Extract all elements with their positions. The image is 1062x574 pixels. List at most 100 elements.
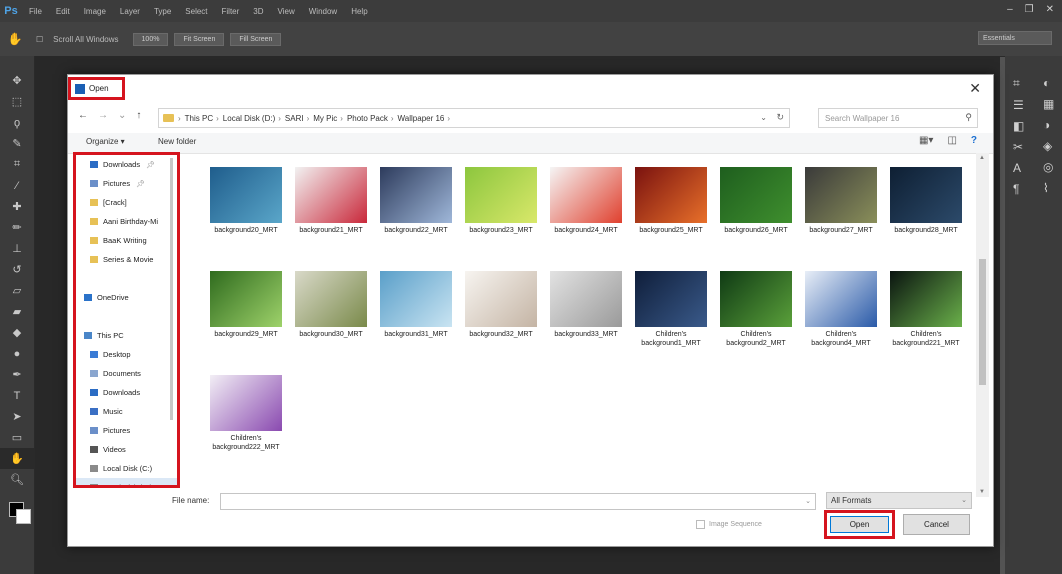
fit-screen-button[interactable]: Fit Screen: [174, 32, 225, 46]
nav-item[interactable]: This PC: [76, 326, 177, 345]
paths-panel-icon[interactable]: ⌇: [1043, 181, 1054, 195]
nav-item[interactable]: Local Disk (C:): [76, 459, 177, 478]
layers-panel-icon[interactable]: ◈: [1043, 139, 1054, 153]
gradient-tool-icon[interactable]: ▰: [0, 301, 34, 322]
fill-screen-button[interactable]: Fill Screen: [230, 32, 282, 46]
breadcrumb-separator-icon[interactable]: ›: [340, 114, 343, 123]
channels-panel-icon[interactable]: ◎: [1043, 160, 1054, 174]
nav-item[interactable]: OneDrive: [76, 288, 177, 307]
nav-item[interactable]: BaaK Writing: [76, 231, 177, 250]
shape-tool-icon[interactable]: ▭: [0, 427, 34, 448]
adjustments-panel-icon[interactable]: ◧: [1013, 119, 1024, 133]
menu-view[interactable]: View: [271, 7, 302, 16]
nav-item[interactable]: Pictures 📌︎: [76, 174, 177, 193]
close-icon[interactable]: ✕: [1046, 4, 1054, 15]
cancel-button[interactable]: Cancel: [903, 514, 970, 535]
path-select-tool-icon[interactable]: ➤: [0, 406, 34, 427]
image-sequence-option[interactable]: Image Sequence: [696, 520, 762, 529]
history-brush-tool-icon[interactable]: ↺: [0, 259, 34, 280]
breadcrumb-separator-icon[interactable]: ›: [216, 114, 219, 123]
hand-tool-icon[interactable]: ✋: [0, 32, 30, 46]
file-item[interactable]: background26_MRT: [716, 167, 796, 235]
scroll-down-icon[interactable]: ▼: [979, 489, 985, 495]
organize-button[interactable]: Organize ▾: [86, 137, 125, 146]
file-item[interactable]: Children's background1_MRT: [631, 271, 711, 348]
breadcrumb-separator-icon[interactable]: ›: [391, 114, 394, 123]
marquee-tool-icon[interactable]: ⬚: [0, 91, 34, 112]
help-icon[interactable]: ?: [971, 135, 977, 146]
preview-pane-icon[interactable]: ◫: [947, 135, 956, 146]
file-item[interactable]: Children's background222_MRT: [206, 375, 286, 452]
healing-tool-icon[interactable]: ✚: [0, 196, 34, 217]
zoom-tool-icon[interactable]: 🔍︎: [0, 469, 34, 490]
nav-item[interactable]: Aani Birthday-Mi: [76, 212, 177, 231]
nav-item[interactable]: [Crack]: [76, 193, 177, 212]
file-item[interactable]: background29_MRT: [206, 271, 286, 339]
quick-select-tool-icon[interactable]: ✎: [0, 133, 34, 154]
refresh-icon[interactable]: ↻: [776, 112, 784, 123]
view-options-icon[interactable]: ▦▾: [919, 135, 933, 146]
file-item[interactable]: Children's background221_MRT: [886, 271, 966, 348]
file-item[interactable]: background20_MRT: [206, 167, 286, 235]
history-panel-icon[interactable]: ⌗: [1013, 76, 1024, 91]
restore-icon[interactable]: ❐: [1025, 4, 1034, 15]
pen-tool-icon[interactable]: ✒: [0, 364, 34, 385]
file-item[interactable]: background21_MRT: [291, 167, 371, 235]
address-dropdown-icon[interactable]: ⌄: [760, 113, 767, 122]
character-panel-icon[interactable]: A: [1013, 161, 1024, 175]
color-panel-icon[interactable]: ◐: [1043, 76, 1054, 90]
properties-panel-icon[interactable]: ☰: [1013, 98, 1024, 112]
blur-tool-icon[interactable]: ◆: [0, 322, 34, 343]
brush-tool-icon[interactable]: ✏: [0, 217, 34, 238]
file-item[interactable]: background30_MRT: [291, 271, 371, 339]
eyedropper-tool-icon[interactable]: ⁄: [0, 175, 34, 196]
breadcrumb-item[interactable]: My Pic: [313, 114, 337, 123]
address-bar[interactable]: › This PC › Local Disk (D:) › SARI › My Pic › Ph…: [158, 108, 790, 128]
file-item[interactable]: Children's background2_MRT: [716, 271, 796, 348]
file-scrollbar[interactable]: ▲ ▼: [976, 153, 989, 497]
navigation-scrollbar[interactable]: [170, 158, 173, 420]
move-tool-icon[interactable]: ✥: [0, 70, 34, 91]
nav-item[interactable]: Series & Movie: [76, 250, 177, 269]
menu-select[interactable]: Select: [178, 7, 214, 16]
file-item[interactable]: background23_MRT: [461, 167, 541, 235]
menu-image[interactable]: Image: [77, 7, 113, 16]
type-tool-icon[interactable]: T: [0, 385, 34, 406]
crop-tool-icon[interactable]: ⌗: [0, 154, 34, 175]
file-item[interactable]: background22_MRT: [376, 167, 456, 235]
workspace-select[interactable]: Essentials: [978, 31, 1052, 45]
paragraph-panel-icon[interactable]: ¶: [1013, 182, 1024, 196]
file-item[interactable]: background24_MRT: [546, 167, 626, 235]
menu-help[interactable]: Help: [344, 7, 374, 16]
breadcrumb-separator-icon[interactable]: ›: [278, 114, 281, 123]
background-color-swatch[interactable]: [16, 509, 31, 524]
nav-item[interactable]: Documents: [76, 364, 177, 383]
menu-3d[interactable]: 3D: [246, 7, 270, 16]
file-item[interactable]: background32_MRT: [461, 271, 541, 339]
nav-item[interactable]: Downloads 📌︎: [76, 155, 177, 174]
menu-filter[interactable]: Filter: [215, 7, 247, 16]
stamp-tool-icon[interactable]: ⊥: [0, 238, 34, 259]
scroll-up-icon[interactable]: ▲: [979, 155, 985, 161]
menu-type[interactable]: Type: [147, 7, 178, 16]
menu-window[interactable]: Window: [302, 7, 344, 16]
nav-item[interactable]: Videos: [76, 440, 177, 459]
scroll-all-checkbox[interactable]: ☐: [36, 35, 43, 44]
swatches-panel-icon[interactable]: ▦: [1043, 97, 1054, 111]
back-icon[interactable]: ←: [78, 110, 88, 121]
dodge-tool-icon[interactable]: ●: [0, 343, 34, 364]
file-name-dropdown-icon[interactable]: ⌄: [805, 497, 811, 505]
breadcrumb-item[interactable]: This PC: [185, 114, 213, 123]
file-name-input[interactable]: ⌄: [220, 493, 816, 510]
search-icon[interactable]: ⚲: [965, 112, 972, 123]
new-folder-button[interactable]: New folder: [158, 137, 196, 146]
file-item[interactable]: background31_MRT: [376, 271, 456, 339]
file-item[interactable]: background28_MRT: [886, 167, 966, 235]
zoom-100-button[interactable]: 100%: [132, 32, 169, 46]
file-item[interactable]: Children's background4_MRT: [801, 271, 881, 348]
scrollbar-thumb[interactable]: [979, 259, 986, 385]
search-input[interactable]: Search Wallpaper 16 ⚲: [818, 108, 978, 128]
forward-icon[interactable]: →: [98, 110, 108, 121]
recent-chevron-icon[interactable]: ⌄: [118, 110, 126, 121]
open-button[interactable]: Open: [830, 516, 889, 533]
